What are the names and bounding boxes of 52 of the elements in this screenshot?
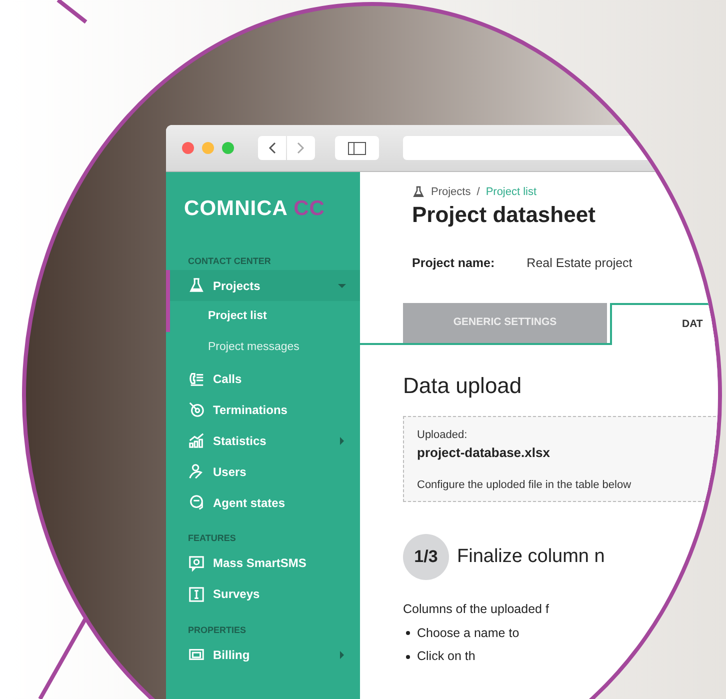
bullet-text: Choose a name to: [417, 624, 520, 642]
message-icon: [188, 554, 205, 572]
flask-icon: [188, 277, 205, 294]
callout-tail-line: [56, 0, 88, 24]
caret-icon: [338, 436, 346, 444]
file-name: project-database.xlsx: [417, 444, 551, 462]
submenu-item[interactable]: Project messages: [166, 332, 360, 363]
breadcrumb-link[interactable]: Project list: [486, 184, 537, 200]
caret-icon: [338, 650, 346, 658]
arrow-target-icon: [188, 401, 205, 418]
back-button[interactable]: [258, 136, 286, 160]
upload-hint: Configure the uploded file in the table below: [417, 478, 632, 493]
bar-chart-icon: [188, 432, 205, 449]
bullet-text: Click on th: [417, 648, 476, 666]
step-title: Finalize column n: [457, 544, 605, 568]
intro-text: Columns of the uploaded f: [402, 600, 550, 618]
tab[interactable]: GENERIC SETTINGS: [403, 302, 607, 343]
headset-icon: [188, 494, 205, 511]
field-value: Real Estate project: [526, 255, 632, 272]
user-icon: [188, 463, 205, 480]
logo: COMNICA CC: [183, 196, 326, 222]
sidebar-item[interactable]: Statistics: [166, 425, 360, 456]
phone-list-icon: [188, 370, 205, 387]
sidebar-item[interactable]: Terminations: [166, 394, 360, 425]
section-heading: PROPERTIES: [187, 624, 248, 636]
section-heading: CONTACT CENTER: [187, 254, 272, 268]
field-label: Project name:: [412, 255, 495, 272]
text-box-icon: [188, 586, 205, 602]
upload-label: Uploaded:: [417, 428, 468, 443]
sidebar-item[interactable]: Users: [166, 456, 360, 487]
selection-bar: [166, 270, 170, 332]
page-title: Project datasheet: [411, 200, 596, 228]
sidebar-item[interactable]: Agent states: [166, 487, 360, 518]
section-title: Data upload: [402, 372, 523, 400]
breadcrumb-link[interactable]: Projects: [431, 184, 471, 200]
sidebar-toggle-button[interactable]: [335, 136, 379, 160]
money-icon: [188, 646, 205, 663]
bullet-icon: [406, 630, 410, 635]
caret-icon: [338, 282, 346, 290]
submenu-item[interactable]: Project list: [166, 301, 360, 332]
step-badge: 1/3: [403, 534, 449, 580]
chevron-right-icon: [297, 142, 305, 154]
breadcrumb-separator: /: [476, 185, 480, 200]
sidebar-item[interactable]: Billing: [166, 639, 360, 670]
flask-icon: [412, 185, 425, 200]
chevron-left-icon: [268, 142, 276, 154]
bullet-icon: [406, 654, 410, 659]
sidebar-item[interactable]: Surveys: [166, 578, 360, 610]
sidebar-panel-icon: [348, 142, 366, 154]
sidebar-item[interactable]: Calls: [166, 363, 360, 394]
section-heading: FEATURES: [187, 532, 237, 545]
sidebar-item[interactable]: Mass SmartSMS: [166, 548, 360, 578]
